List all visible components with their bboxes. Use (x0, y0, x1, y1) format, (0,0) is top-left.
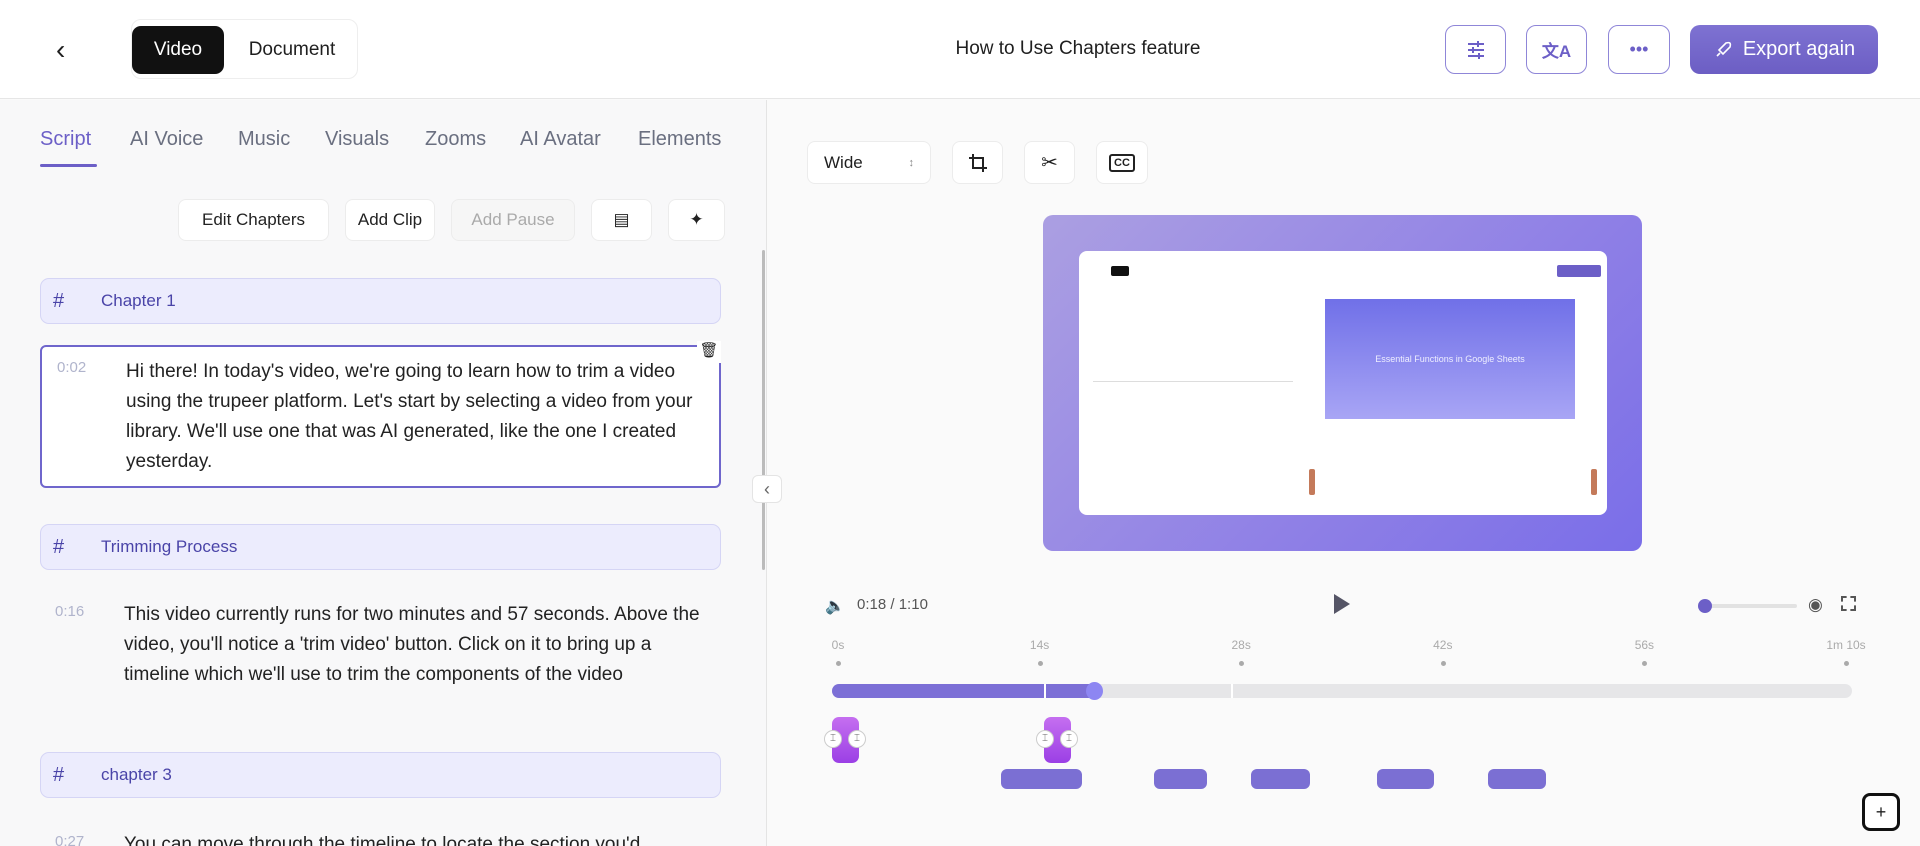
chapter-header[interactable]: # Chapter 1 (40, 278, 721, 324)
chapter-header[interactable]: # chapter 3 (40, 752, 721, 798)
preview-slide: Essential Functions in Google Sheets (1325, 299, 1575, 419)
chapter-divider (1231, 684, 1233, 698)
preview-toggle (1111, 266, 1129, 276)
add-pause-button[interactable]: Add Pause (451, 199, 575, 241)
tab-music[interactable]: Music (238, 128, 290, 151)
clip-text[interactable]: This video currently runs for two minute… (124, 600, 714, 690)
hash-icon: # (53, 763, 65, 786)
scissors-icon: ✂ (1041, 152, 1058, 174)
crop-button[interactable] (952, 141, 1003, 184)
ruler-label: 28s (1231, 638, 1251, 652)
more-icon: ••• (1629, 39, 1649, 59)
ruler-tick (1642, 661, 1648, 666)
ruler-label: 0s (831, 638, 845, 652)
clip-timestamp: 0:27 (55, 833, 85, 846)
magic-wand-icon: ✦ (689, 210, 704, 229)
cc-icon: CC (1109, 153, 1135, 172)
playhead[interactable] (1086, 682, 1104, 700)
clip-timestamp: 0:02 (57, 359, 87, 376)
trim-button[interactable]: ✂ (1024, 141, 1075, 184)
trash-icon[interactable]: 🗑 (697, 341, 721, 363)
translate-icon: 文A (1541, 42, 1572, 61)
magic-wand-button[interactable]: ✦ (668, 199, 725, 241)
clip-text[interactable]: You can move through the timeline to loc… (124, 830, 714, 846)
ruler-tick (1037, 661, 1043, 666)
comment-icon: ▤ (613, 210, 630, 229)
chapter-title: chapter 3 (101, 765, 172, 784)
script-clip[interactable]: 0:27 You can move through the timeline t… (40, 830, 721, 846)
zoom-block[interactable] (1001, 769, 1082, 789)
preview-screen: Essential Functions in Google Sheets (1079, 251, 1607, 515)
ruler-tick (1239, 661, 1245, 666)
chapter-title: Trimming Process (101, 537, 238, 556)
chapter-marker[interactable]: ⌶ ⌶ (824, 717, 866, 763)
chapter-header[interactable]: # Trimming Process (40, 524, 721, 570)
clip-timestamp: 0:16 (55, 603, 85, 620)
ruler-label: 42s (1433, 638, 1453, 652)
rocket-icon (1716, 41, 1732, 57)
header: ‹ Video Document How to Use Chapters fea… (0, 0, 1920, 99)
ruler-tick (1844, 661, 1849, 666)
crop-icon (968, 153, 987, 172)
time-display: 0:18 / 1:10 (857, 596, 928, 613)
captions-button[interactable]: CC (1096, 141, 1148, 184)
plus-icon: + (1875, 802, 1887, 822)
add-button[interactable]: + (1862, 793, 1900, 831)
eye-icon[interactable]: ◉ (1808, 595, 1823, 615)
timeline-progress (832, 684, 1095, 698)
sliders-icon (1467, 40, 1484, 59)
script-clip[interactable]: 0:02 Hi there! In today's video, we're g… (40, 341, 721, 488)
ruler-tick (1440, 661, 1446, 666)
add-clip-button[interactable]: Add Clip (345, 199, 435, 241)
ruler-label: 1m 10s (1826, 638, 1866, 652)
aspect-select[interactable]: Wide ↕ (807, 141, 931, 184)
zoom-block[interactable] (1488, 769, 1546, 789)
tab-ai-voice[interactable]: AI Voice (130, 128, 203, 151)
clip-text[interactable]: Hi there! In today's video, we're going … (126, 357, 716, 477)
more-button[interactable]: ••• (1608, 25, 1670, 74)
export-button[interactable]: Export again (1690, 25, 1878, 74)
hash-icon: # (53, 289, 65, 312)
zoom-slider[interactable] (1704, 604, 1797, 608)
chapter-marker[interactable]: ⌶ ⌶ (1036, 717, 1078, 763)
export-label: Export again (1742, 38, 1856, 60)
video-preview[interactable]: Essential Functions in Google Sheets (1043, 215, 1642, 551)
ruler-label: 14s (1029, 638, 1050, 652)
tab-ai-avatar[interactable]: AI Avatar (520, 128, 601, 151)
tab-zooms[interactable]: Zooms (425, 128, 486, 151)
ruler-label: 56s (1634, 638, 1655, 652)
chapter-divider (1044, 684, 1046, 698)
tab-visuals[interactable]: Visuals (325, 128, 389, 151)
tab-elements[interactable]: Elements (638, 128, 721, 151)
scrollbar[interactable] (762, 250, 765, 570)
zoom-block[interactable] (1377, 769, 1434, 789)
tab-script[interactable]: Script (40, 128, 91, 151)
ruler-tick (836, 661, 841, 666)
fullscreen-icon[interactable] (1841, 596, 1856, 611)
zoom-block[interactable] (1251, 769, 1310, 789)
edit-chapters-button[interactable]: Edit Chapters (178, 199, 329, 241)
tab-underline (40, 164, 97, 167)
chevron-updown-icon: ↕ (908, 156, 915, 169)
play-icon[interactable] (1334, 594, 1350, 614)
preview-export (1557, 265, 1601, 277)
script-panel: Script AI Voice Music Visuals Zooms AI A… (0, 100, 767, 846)
comment-button[interactable]: ▤ (591, 199, 652, 241)
script-clip[interactable]: 0:16 This video currently runs for two m… (40, 600, 721, 730)
aspect-value: Wide (824, 152, 863, 172)
translate-button[interactable]: 文A (1526, 25, 1587, 74)
settings-button[interactable] (1445, 25, 1506, 74)
video-panel: Wide ↕ ✂ CC Essential Functions in Google… (768, 100, 1920, 846)
volume-icon[interactable]: 🔈 (825, 596, 845, 616)
hash-icon: # (53, 535, 65, 558)
zoom-slider-thumb[interactable] (1698, 599, 1712, 613)
chapter-title: Chapter 1 (101, 291, 176, 310)
zoom-block[interactable] (1154, 769, 1207, 789)
